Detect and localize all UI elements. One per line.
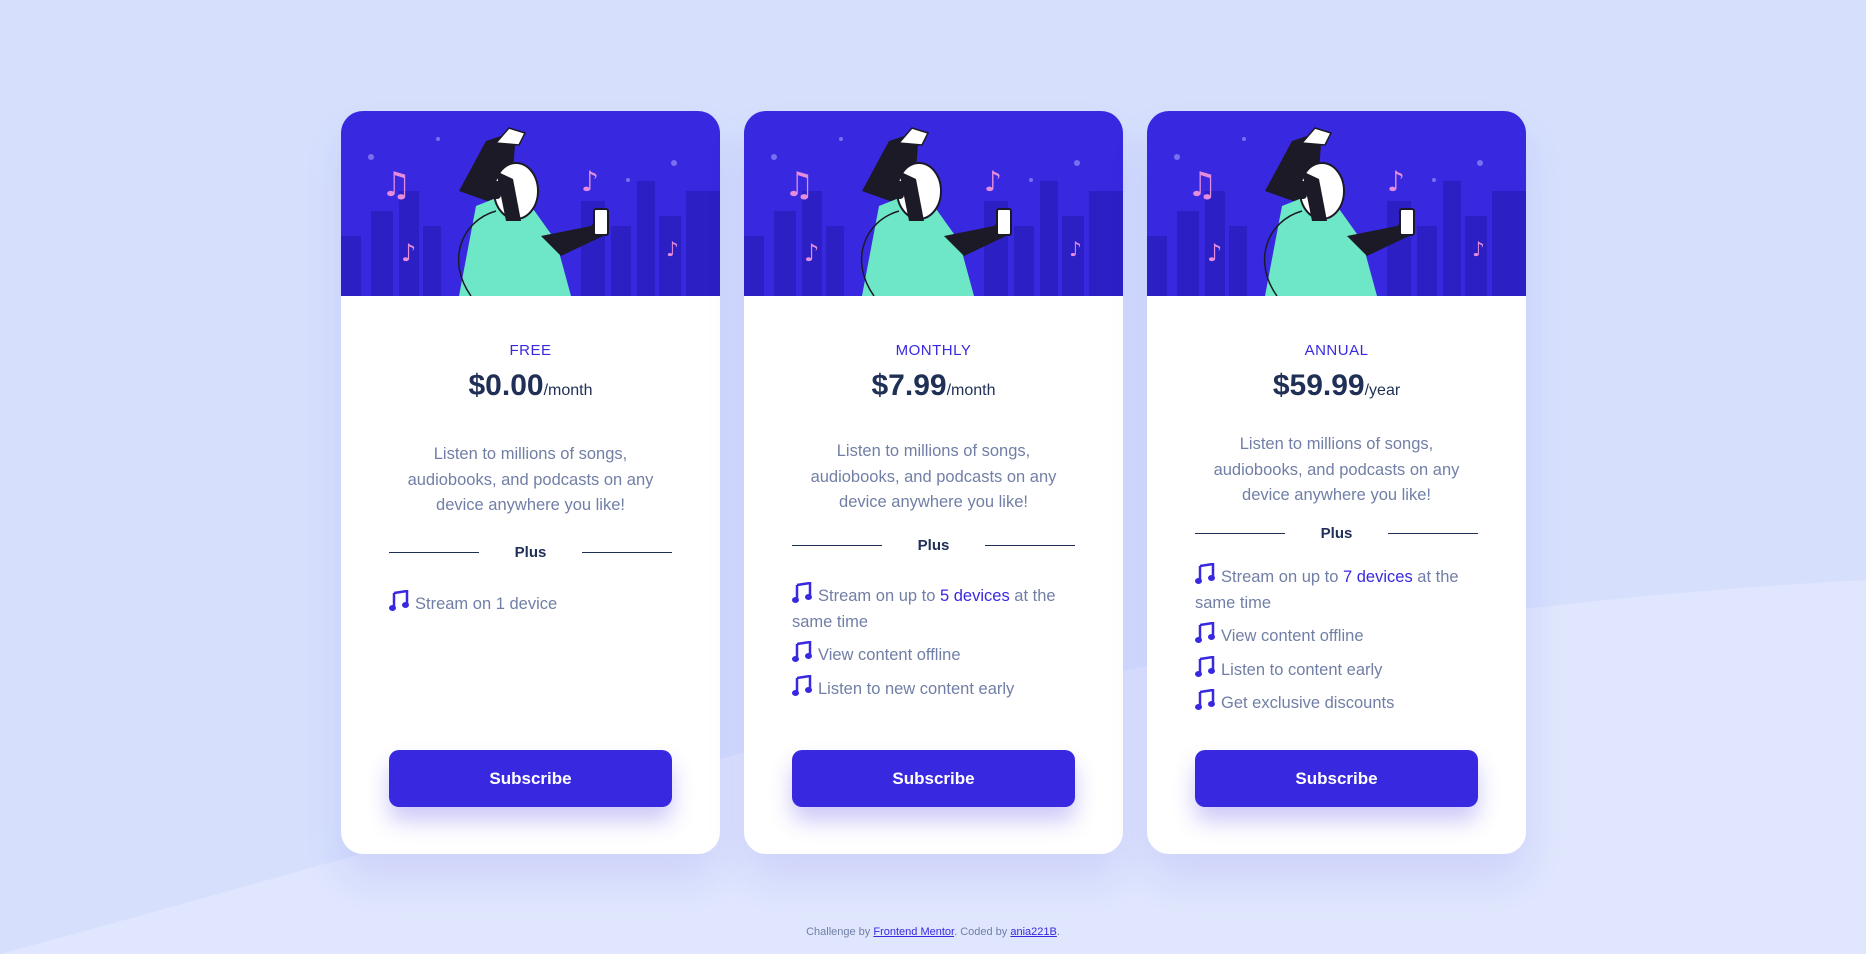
feature-item: Get exclusive discounts — [1195, 689, 1478, 717]
hero-illustration: ♫ ♪ ♪ ♪ — [1147, 111, 1526, 296]
feature-text: View content offline — [1221, 627, 1364, 645]
feature-list: Stream on up to 7 devices at the same ti… — [1195, 563, 1478, 723]
feature-highlight: 5 devices — [940, 587, 1010, 605]
music-note-icon — [792, 674, 812, 696]
svg-text:♪: ♪ — [804, 239, 819, 267]
plan-name: ANNUAL — [1304, 342, 1369, 359]
feature-text: Get exclusive discounts — [1221, 694, 1395, 712]
plan-name: FREE — [509, 342, 552, 359]
subscribe-button[interactable]: Subscribe — [1195, 750, 1478, 807]
svg-text:♫: ♫ — [1187, 165, 1217, 205]
svg-text:♫: ♫ — [381, 165, 411, 205]
footer-text: . Coded by — [954, 926, 1011, 938]
price-period: /month — [946, 382, 996, 399]
svg-text:♪: ♪ — [666, 237, 679, 261]
plan-description: Listen to millions of songs, audiobooks,… — [407, 445, 654, 514]
divider-label: Plus — [1320, 524, 1353, 542]
feature-item: Listen to content early — [1195, 655, 1478, 684]
music-note-icon — [792, 582, 812, 603]
plan-description: Listen to millions of songs, audiobooks,… — [810, 442, 1057, 511]
svg-text:♪: ♪ — [401, 239, 416, 267]
plan-card-free: ♫ ♪ ♪ ♪ FREE $0.00/month Listen to milli… — [341, 111, 720, 854]
plus-divider: Plus — [792, 535, 1075, 555]
feature-text: Listen to content early — [1221, 660, 1383, 679]
divider-line — [582, 551, 672, 553]
feature-item: View content offline — [792, 641, 1075, 669]
price-period: /month — [543, 382, 593, 399]
music-note-icon — [1195, 622, 1215, 643]
svg-text:♫: ♫ — [784, 165, 814, 205]
svg-text:♪: ♪ — [984, 165, 1002, 198]
plan-description: Listen to millions of songs, audiobooks,… — [1213, 435, 1460, 504]
subscribe-button[interactable]: Subscribe — [792, 750, 1075, 807]
divider-label: Plus — [514, 543, 547, 561]
footer-text: Challenge by — [806, 926, 874, 938]
svg-text:♪: ♪ — [581, 165, 599, 198]
svg-text:♪: ♪ — [1069, 237, 1082, 261]
price-amount: $59.99 — [1272, 369, 1365, 402]
divider-label: Plus — [917, 536, 950, 554]
feature-text: Listen to new content early — [818, 679, 1015, 698]
hero-illustration: ♫ ♪ ♪ ♪ — [744, 111, 1123, 296]
feature-item: Listen to new content early — [792, 674, 1075, 703]
attribution-footer: Challenge by Frontend Mentor. Coded by a… — [0, 926, 1866, 938]
music-note-icon — [1195, 689, 1215, 710]
divider-line — [1388, 532, 1478, 534]
feature-item: View content offline — [1195, 622, 1478, 650]
frontend-mentor-link[interactable]: Frontend Mentor — [873, 926, 954, 938]
feature-list: Stream on up to 5 devices at the same ti… — [792, 582, 1075, 708]
feature-text: Stream on 1 device — [415, 595, 558, 613]
svg-text:♪: ♪ — [1387, 165, 1405, 198]
feature-item: Stream on up to 5 devices at the same ti… — [792, 582, 1075, 635]
plan-card-monthly: ♫ ♪ ♪ ♪ MONTHLY $7.99/month Listen to mi… — [744, 111, 1123, 854]
music-note-icon — [792, 641, 812, 662]
divider-line — [389, 551, 479, 553]
plan-price: $59.99/year — [1147, 369, 1526, 403]
music-note-icon — [1195, 563, 1215, 584]
plan-price: $7.99/month — [744, 369, 1123, 403]
svg-text:♪: ♪ — [1472, 237, 1485, 261]
feature-highlight: 7 devices — [1343, 568, 1413, 586]
price-amount: $0.00 — [468, 369, 544, 402]
feature-item: Stream on 1 device — [389, 590, 672, 618]
feature-text: View content offline — [818, 646, 961, 664]
plus-divider: Plus — [389, 542, 672, 562]
divider-line — [985, 544, 1075, 546]
feature-text: Stream on up to — [818, 587, 940, 605]
feature-item: Stream on up to 7 devices at the same ti… — [1195, 563, 1478, 616]
divider-line — [792, 544, 882, 546]
hero-illustration: ♫ ♪ ♪ ♪ — [341, 111, 720, 296]
plan-card-annual: ♫ ♪ ♪ ♪ ANNUAL $59.99/year Listen to mil… — [1147, 111, 1526, 854]
price-amount: $7.99 — [871, 369, 947, 402]
divider-line — [1195, 532, 1285, 534]
plus-divider: Plus — [1195, 523, 1478, 543]
music-note-icon — [389, 590, 409, 611]
pricing-cards: ♫ ♪ ♪ ♪ FREE $0.00/month Listen to milli… — [341, 111, 1526, 854]
music-note-icon — [1195, 655, 1215, 677]
plan-price: $0.00/month — [341, 369, 720, 403]
svg-text:♪: ♪ — [1207, 239, 1222, 267]
feature-text: Stream on up to — [1221, 568, 1343, 586]
subscribe-button[interactable]: Subscribe — [389, 750, 672, 807]
feature-list: Stream on 1 device — [389, 590, 672, 624]
footer-text: . — [1056, 926, 1060, 938]
author-link[interactable]: ania221B — [1010, 926, 1057, 938]
plan-name: MONTHLY — [895, 342, 972, 359]
price-period: /year — [1364, 382, 1401, 399]
